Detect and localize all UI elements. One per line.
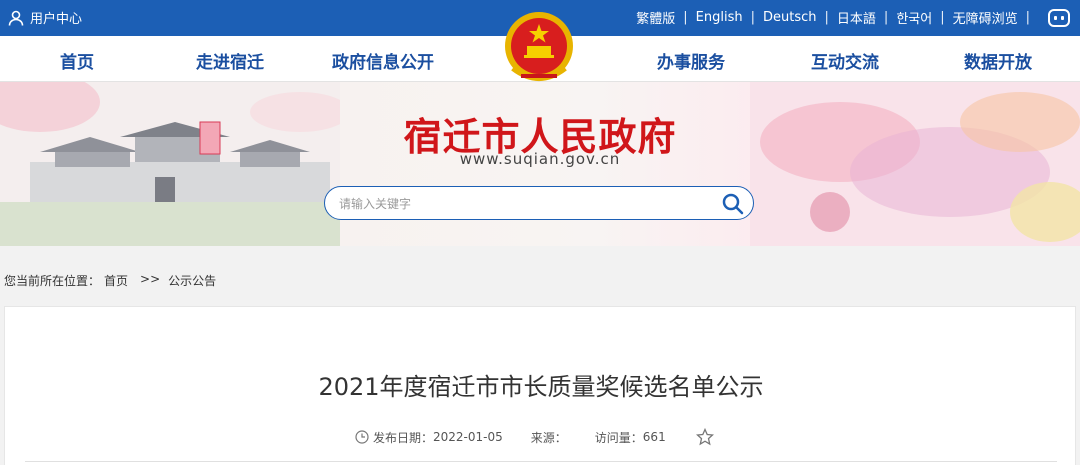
- visit-count: 访问量： 661: [595, 429, 666, 446]
- article-title: 2021年度宿迁市市长质量奖候选名单公示: [318, 373, 764, 401]
- breadcrumb-home[interactable]: 首页: [104, 272, 128, 289]
- lang-japanese[interactable]: 日本語: [837, 8, 876, 27]
- visits-label: 访问量：: [594, 430, 643, 445]
- article-meta: 发布日期： 2022-01-05 来源： 访问量： 661: [355, 428, 714, 446]
- national-emblem[interactable]: [497, 6, 581, 90]
- date-label: 发布日期：: [373, 430, 434, 445]
- divider: [25, 461, 1057, 462]
- search-input[interactable]: [339, 194, 709, 214]
- star-icon[interactable]: [695, 428, 714, 446]
- breadcrumb-prefix: 您当前所在位置：: [4, 274, 101, 288]
- search-box: [324, 186, 754, 220]
- nav-services[interactable]: 办事服务: [657, 48, 725, 73]
- lang-german[interactable]: Deutsch: [763, 10, 817, 25]
- robot-icon[interactable]: [1048, 8, 1070, 27]
- date-value: 2022-01-05: [433, 430, 503, 444]
- clock-icon: [355, 430, 369, 444]
- breadcrumb-current[interactable]: 公示公告: [168, 272, 216, 289]
- user-icon: [8, 10, 24, 26]
- separator: |: [1025, 10, 1030, 25]
- nav-home[interactable]: 首页: [60, 48, 94, 73]
- site-url: www.suqian.gov.cn: [459, 150, 621, 168]
- nav-about-suqian[interactable]: 走进宿迁: [196, 48, 264, 73]
- article-card: 2021年度宿迁市市长质量奖候选名单公示 发布日期： 2022-01-05 来源…: [4, 306, 1076, 465]
- separator: |: [824, 10, 829, 25]
- separator: |: [683, 10, 688, 25]
- publish-date: 发布日期： 2022-01-05: [355, 429, 503, 446]
- breadcrumb: 您当前所在位置： 首页 >> 公示公告: [4, 272, 220, 289]
- nav-open-data[interactable]: 数据开放: [964, 48, 1032, 73]
- lang-korean[interactable]: 한국어: [896, 8, 932, 27]
- search-icon[interactable]: [721, 192, 745, 216]
- separator: |: [940, 10, 945, 25]
- accessibility-link[interactable]: 无障碍浏览: [953, 8, 1018, 27]
- nav-gov-info[interactable]: 政府信息公开: [332, 48, 434, 73]
- separator: |: [750, 10, 755, 25]
- lang-english[interactable]: English: [696, 10, 743, 25]
- source: 来源：: [531, 429, 567, 446]
- visits-value: 661: [642, 430, 666, 444]
- language-links: 繁體版 | English | Deutsch | 日本語 | 한국어 | 无障…: [636, 8, 1070, 27]
- user-center-link[interactable]: 用户中心: [8, 8, 82, 27]
- user-center-label: 用户中心: [30, 12, 83, 27]
- lang-traditional[interactable]: 繁體版: [636, 8, 675, 27]
- header-banner: 宿迁市人民政府 www.suqian.gov.cn: [0, 82, 1080, 246]
- source-label: 来源：: [530, 430, 567, 445]
- separator: |: [883, 10, 889, 25]
- breadcrumb-arrow: >>: [140, 272, 161, 286]
- nav-interaction[interactable]: 互动交流: [811, 48, 879, 73]
